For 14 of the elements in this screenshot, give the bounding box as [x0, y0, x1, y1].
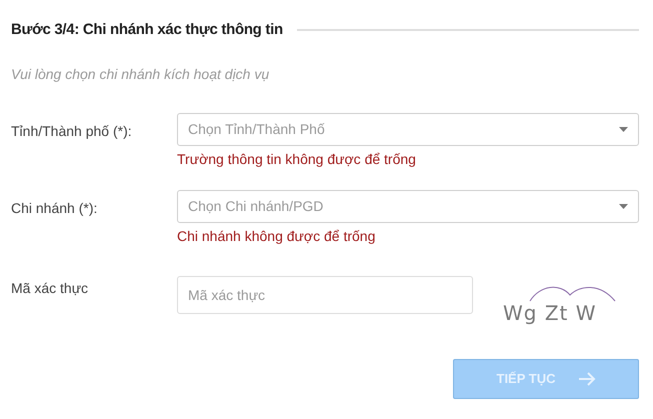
field-label: Chi nhánh (*): [11, 198, 98, 218]
dropdown-field[interactable]: Chọn Chi nhánh/PGD [177, 190, 639, 222]
field-label: Tỉnh/Thành phố (*): [11, 122, 133, 141]
arrow-right-icon [578, 372, 596, 386]
error-message: Trường thông tin không được để trống [177, 150, 417, 169]
section-heading: Bước 3/4: Chi nhánh xác thực thông tin [11, 20, 283, 40]
field-label: Mã xác thực [11, 278, 90, 298]
error-message: Chi nhánh không được để trống [177, 226, 376, 246]
caret-icon [619, 204, 628, 208]
section-subtitle: Vui lòng chọn chi nhánh kích hoạt dịch vụ [11, 64, 270, 84]
captcha-input-field[interactable]: Mã xác thực [177, 276, 473, 314]
captcha-text: Wg Zt W [503, 302, 597, 322]
dropdown-field[interactable]: Chọn Tỉnh/Thành Phố [177, 112, 639, 146]
caret-icon [619, 126, 628, 132]
